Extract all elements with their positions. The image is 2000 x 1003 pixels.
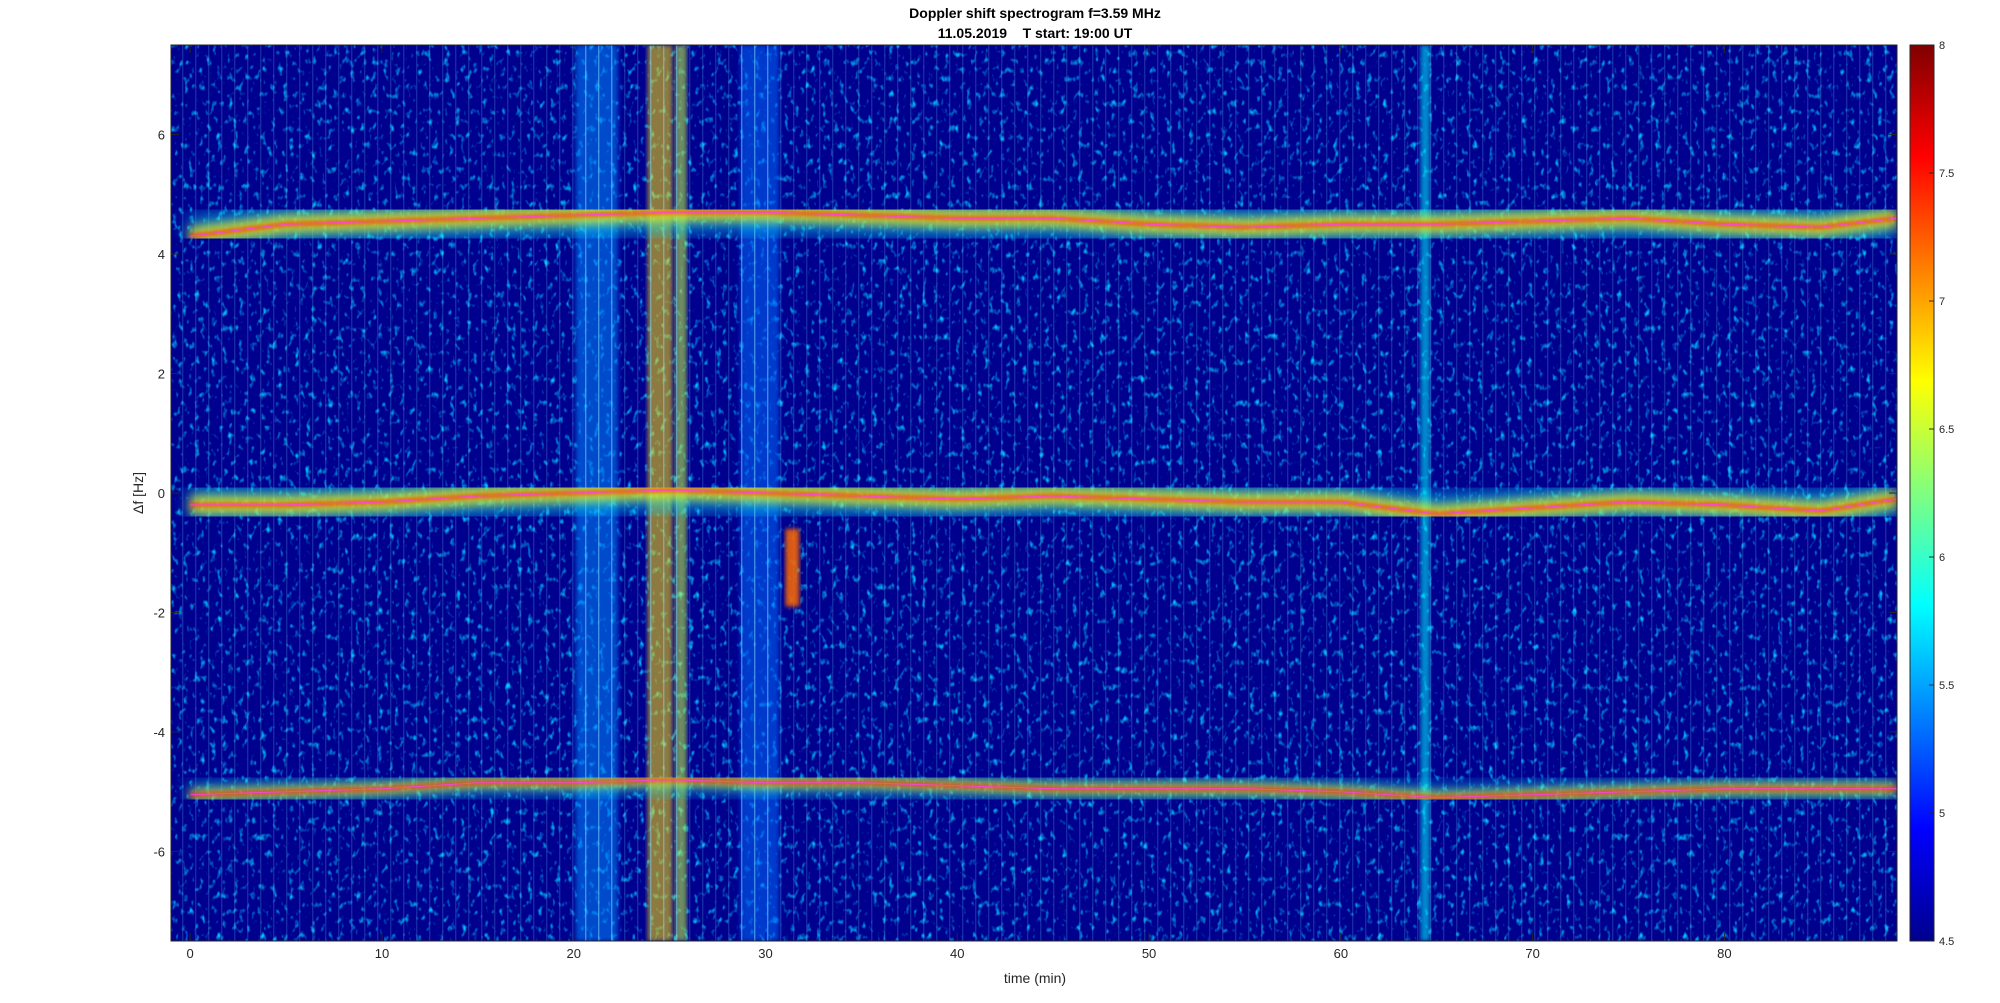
y-tick-label: 0 xyxy=(158,486,165,501)
signal-spot xyxy=(785,528,800,607)
spots-layer xyxy=(785,528,800,607)
y-tick-label: 2 xyxy=(158,367,165,382)
spectrogram-figure: Doppler shift spectrogram f=3.59 MHz 11.… xyxy=(130,5,1954,986)
y-axis-label: Δf [Hz] xyxy=(130,472,146,514)
colorbar: 8 7.5 7 6.5 6 5.5 5 4.5 xyxy=(1909,40,1954,948)
y-tick-label: -2 xyxy=(153,605,165,620)
x-tick-label: 70 xyxy=(1525,946,1539,961)
x-tick-label: 80 xyxy=(1717,946,1731,961)
colorbar-tick-label: 5.5 xyxy=(1939,680,1954,692)
y-tick-label: 6 xyxy=(158,128,165,143)
colorbar-tick-label: 8 xyxy=(1939,40,1945,52)
x-tick-label: 20 xyxy=(566,946,580,961)
x-tick-label: 50 xyxy=(1142,946,1156,961)
x-tick-label: 60 xyxy=(1334,946,1348,961)
y-tick-label: -4 xyxy=(153,725,165,740)
chart-subtitle: 11.05.2019 T start: 19:00 UT xyxy=(938,25,1133,41)
colorbar-tick-label: 7.5 xyxy=(1939,168,1954,180)
colorbar-tick-label: 7 xyxy=(1939,296,1945,308)
x-tick-label: 10 xyxy=(375,946,389,961)
x-tick-label: 0 xyxy=(187,946,194,961)
colorbar-tick-label: 4.5 xyxy=(1939,936,1954,948)
x-tick-label: 40 xyxy=(950,946,964,961)
colorbar-tick-label: 6.5 xyxy=(1939,424,1954,436)
y-tick-label: -6 xyxy=(153,844,165,859)
x-axis-label: time (min) xyxy=(1004,970,1066,986)
colorbar-gradient xyxy=(1909,44,1935,942)
y-tick-label: 4 xyxy=(158,247,165,262)
colorbar-tick-label: 6 xyxy=(1939,552,1945,564)
x-tick-label: 30 xyxy=(758,946,772,961)
chart-title: Doppler shift spectrogram f=3.59 MHz xyxy=(909,5,1161,21)
plot-area xyxy=(171,45,1897,941)
colorbar-tick-label: 5 xyxy=(1939,808,1945,820)
